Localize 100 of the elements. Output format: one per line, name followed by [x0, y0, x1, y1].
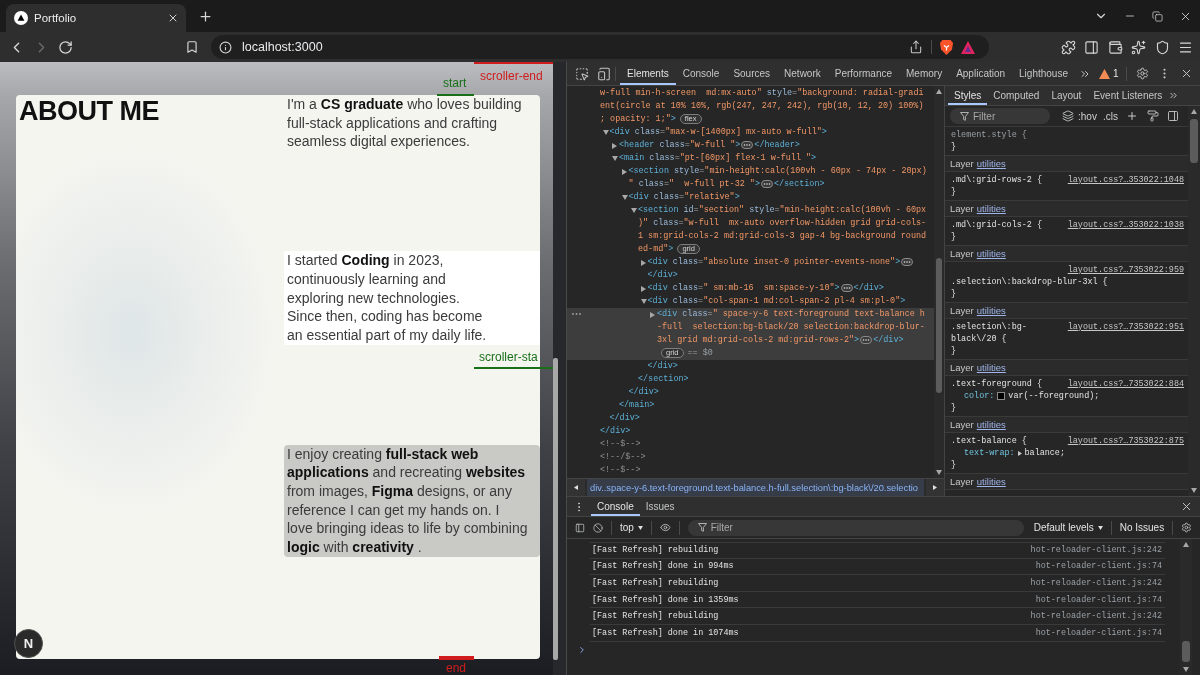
- toggle-button[interactable]: :hov: [1078, 110, 1097, 122]
- settings-icon[interactable]: [1136, 67, 1149, 80]
- caret-right-icon[interactable]: [640, 286, 646, 292]
- dom-node[interactable]: <div class="col-span-1 md:col-span-2 pl-4 sm:pl-0">: [567, 295, 934, 308]
- sidebar-tab[interactable]: Event Listeners: [1087, 86, 1169, 105]
- scroll-left-button[interactable]: [567, 479, 585, 496]
- levels-dropdown[interactable]: Default levels: [1033, 522, 1103, 533]
- caret-right-icon[interactable]: [650, 312, 655, 318]
- dom-node[interactable]: <header class="w-full "> </header>: [567, 139, 934, 152]
- inspect-icon[interactable]: [575, 66, 589, 81]
- menu-icon[interactable]: [1178, 39, 1193, 55]
- info-icon[interactable]: [219, 40, 232, 54]
- more-tabs-icon[interactable]: [1168, 90, 1180, 101]
- source-link[interactable]: layout.css?…7353022:959: [1067, 264, 1184, 276]
- reload-icon[interactable]: [58, 39, 73, 55]
- source-link[interactable]: hot-reloader-client.js:74: [1035, 627, 1162, 638]
- scrollbar-thumb[interactable]: [1182, 641, 1190, 662]
- panel-tab[interactable]: Network: [777, 62, 828, 85]
- source-link[interactable]: layout.css?…7353022:884: [1067, 378, 1184, 390]
- settings-icon[interactable]: [1181, 521, 1192, 534]
- toggle-button[interactable]: .cls: [1102, 110, 1118, 122]
- layers-icon[interactable]: [1062, 110, 1074, 122]
- panel-tab[interactable]: Application: [949, 62, 1013, 85]
- source-link[interactable]: hot-reloader-client.js:242: [1030, 578, 1162, 588]
- scroll-down-icon[interactable]: [936, 470, 942, 475]
- address-field[interactable]: localhost:3000: [211, 35, 989, 59]
- sparkles-icon[interactable]: [1131, 39, 1146, 55]
- layer-link[interactable]: utilities: [976, 305, 1006, 316]
- scrollbar-thumb[interactable]: [1190, 119, 1198, 163]
- layer-link[interactable]: utilities: [976, 476, 1006, 487]
- dom-node[interactable]: <div class=" sm:mb-16 sm:space-y-10"> </div>: [567, 282, 934, 295]
- sidebar-icon[interactable]: [575, 521, 585, 534]
- panel-tab[interactable]: Sources: [726, 62, 778, 85]
- dom-node[interactable]: <section style="min-height:calc(100vh - 60px - 74px - 20px)" class=" w-full pt-32 "> </section>: [567, 165, 934, 191]
- plus-icon[interactable]: [1125, 110, 1138, 122]
- layer-link[interactable]: utilities: [976, 362, 1006, 373]
- scroll-down-icon[interactable]: [1183, 667, 1189, 672]
- browser-tab[interactable]: Portfolio: [6, 4, 186, 32]
- dom-node[interactable]: <!--$-->: [567, 438, 934, 451]
- dom-node[interactable]: <!--$-->: [567, 464, 934, 477]
- caret-right-icon[interactable]: [621, 169, 627, 175]
- breadcrumb-item[interactable]: div..space-y-6.text-foreground.text-balance.h-full.selection\:bg-black\/20.selectio: [587, 479, 924, 496]
- sidebar-tab[interactable]: Computed: [987, 86, 1046, 105]
- sidebar-tab[interactable]: Styles: [948, 86, 988, 105]
- sidebar-toggle-icon[interactable]: [1166, 110, 1179, 122]
- caret-right-icon[interactable]: [612, 143, 617, 149]
- filter-field[interactable]: Filter: [687, 519, 1024, 536]
- shield-icon[interactable]: [1154, 39, 1170, 55]
- panel-tab[interactable]: Memory: [899, 62, 950, 85]
- scrollbar-thumb[interactable]: [553, 358, 558, 660]
- context-selector[interactable]: top: [619, 522, 643, 533]
- source-link[interactable]: layout.css?…7353022:951: [1067, 321, 1184, 333]
- source-link[interactable]: layout.css?…7353022:875: [1067, 435, 1184, 447]
- close-icon[interactable]: [1180, 500, 1193, 513]
- scroll-up-icon[interactable]: [1183, 542, 1189, 547]
- scroll-up-icon[interactable]: [1191, 109, 1197, 114]
- source-link[interactable]: hot-reloader-client.js:242: [1030, 611, 1162, 622]
- layer-link[interactable]: utilities: [976, 248, 1006, 259]
- dom-node[interactable]: <div class="absolute inset-0 pointer-events-none"> </div>: [567, 256, 934, 282]
- drawer-tab[interactable]: Console: [591, 497, 640, 516]
- color-swatch-icon[interactable]: [997, 392, 1006, 400]
- restore-icon[interactable]: [1152, 10, 1163, 22]
- caret-down-icon[interactable]: [631, 208, 637, 213]
- drawer-tab[interactable]: Issues: [639, 497, 681, 516]
- share-icon[interactable]: [909, 40, 923, 54]
- triangle-icon[interactable]: [961, 40, 975, 54]
- panel-tab[interactable]: Console: [675, 62, 727, 85]
- wallet-icon[interactable]: [1107, 39, 1123, 55]
- layer-link[interactable]: utilities: [976, 158, 1006, 169]
- dom-node[interactable]: <div class="relative">: [567, 191, 934, 204]
- eye-icon[interactable]: [659, 521, 671, 534]
- dom-node[interactable]: <!--/$-->: [567, 451, 934, 464]
- close-icon[interactable]: [1180, 67, 1193, 80]
- paint-roller-icon[interactable]: [1146, 110, 1159, 122]
- layer-link[interactable]: utilities: [976, 419, 1006, 430]
- scroll-down-icon[interactable]: [1191, 488, 1197, 493]
- scroll-right-button[interactable]: [926, 479, 944, 496]
- ellipsis-icon[interactable]: [760, 179, 773, 188]
- new-tab-icon[interactable]: [198, 8, 213, 24]
- caret-down-icon[interactable]: [640, 299, 647, 304]
- source-link[interactable]: layout.css?…353022:1048: [1067, 174, 1184, 186]
- bookmark-icon[interactable]: [185, 40, 199, 54]
- source-link[interactable]: hot-reloader-client.js:74: [1035, 561, 1162, 572]
- panel-tab[interactable]: Lighthouse: [1012, 62, 1075, 85]
- source-link[interactable]: hot-reloader-client.js:242: [1030, 545, 1162, 556]
- filter-field[interactable]: Filter: [950, 108, 1050, 124]
- issues-counter[interactable]: 1: [1099, 68, 1119, 79]
- caret-down-icon[interactable]: [621, 195, 628, 200]
- scroll-up-icon[interactable]: [936, 89, 942, 94]
- panel-tab[interactable]: Performance: [827, 62, 899, 85]
- dom-node[interactable]: <div class="max-w-[1400px] mx-auto w-full">: [567, 126, 934, 139]
- issues-button[interactable]: No Issues: [1119, 522, 1165, 533]
- caret-down-icon[interactable]: [602, 130, 609, 135]
- lion-shield-icon[interactable]: [940, 39, 953, 55]
- source-link[interactable]: hot-reloader-client.js:74: [1035, 594, 1162, 605]
- puzzle-icon[interactable]: [1060, 39, 1076, 55]
- dom-node[interactable]: <main class="pt-[60px] flex-1 w-full ">: [567, 152, 934, 165]
- caret-down-icon[interactable]: [612, 156, 618, 161]
- device-icon[interactable]: [597, 66, 611, 81]
- clear-icon[interactable]: [593, 521, 603, 534]
